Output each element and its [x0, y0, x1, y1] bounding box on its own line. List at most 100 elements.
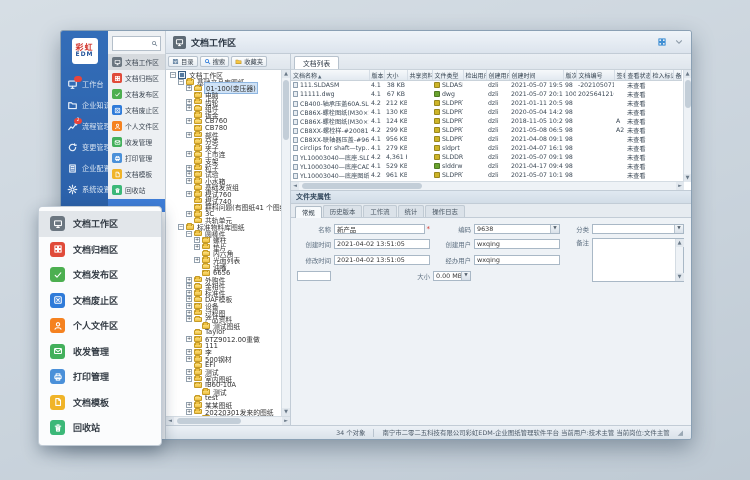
table-row[interactable]: CB8XX-螺栓样-#2008100...4.2299 KBSLDPRTdzli…: [291, 126, 681, 135]
popup-menu-item[interactable]: 文档模板: [39, 390, 161, 416]
properties-tab[interactable]: 历史版本: [323, 205, 363, 217]
module-nav-item[interactable]: 文档废止区: [108, 102, 165, 118]
expand-icon[interactable]: +: [186, 151, 192, 157]
expand-icon[interactable]: +: [194, 257, 200, 263]
tree-vertical-scrollbar[interactable]: ▲ ▼: [281, 70, 290, 416]
tree-item[interactable]: 测试: [168, 389, 281, 396]
table-row[interactable]: CB86X-螺栓图纸(M30×1.5.SL...4.1124 KBSLDPRTd…: [291, 117, 681, 126]
scroll-thumb[interactable]: [685, 80, 691, 108]
properties-tab[interactable]: 常规: [295, 206, 322, 218]
expand-icon[interactable]: +: [186, 211, 192, 217]
resize-grip[interactable]: ◢: [678, 429, 683, 437]
column-header[interactable]: 文件类型: [432, 70, 463, 81]
code-select[interactable]: 9638 ▼: [474, 224, 560, 234]
column-header[interactable]: 检入标记: [650, 70, 673, 81]
primary-nav-item[interactable]: 工作台: [61, 74, 108, 95]
column-header[interactable]: 查看状态: [625, 70, 650, 81]
expand-icon[interactable]: +: [186, 132, 192, 138]
tab-document-list[interactable]: 文档列表: [294, 56, 339, 69]
extra-field[interactable]: [297, 271, 331, 281]
collapse-icon[interactable]: −: [186, 231, 192, 237]
scroll-down-icon[interactable]: ▼: [282, 408, 290, 416]
chevron-down-icon[interactable]: ▼: [461, 272, 470, 280]
popup-menu-item[interactable]: 打印管理: [39, 364, 161, 390]
toolbar-button[interactable]: 搜索: [200, 56, 230, 67]
expand-icon[interactable]: +: [186, 191, 192, 197]
primary-nav-item[interactable]: 系统设置: [61, 179, 108, 200]
module-nav-item[interactable]: 收发管理: [108, 134, 165, 150]
chevron-down-icon[interactable]: ▼: [674, 225, 683, 233]
primary-nav-item[interactable]: 企业知识库: [61, 95, 108, 116]
tree-item[interactable]: 群科问题(有图纸41 个图纸): [168, 204, 281, 211]
scroll-up-icon[interactable]: ▲: [676, 239, 684, 247]
scroll-up-icon[interactable]: ▲: [684, 70, 692, 78]
expand-icon[interactable]: +: [186, 409, 192, 415]
handler-field[interactable]: [474, 255, 560, 265]
popup-menu-item[interactable]: 文档工作区: [39, 211, 161, 237]
expand-icon[interactable]: +: [186, 105, 192, 111]
table-row[interactable]: 11111.dwg4.167 KBdwgdzli2021-05-07 20:17…: [291, 90, 681, 99]
column-header[interactable]: 版本: [369, 70, 384, 81]
tree-item[interactable]: +500钢材: [168, 356, 281, 363]
scroll-down-icon[interactable]: ▼: [684, 174, 692, 182]
module-nav-item[interactable]: 回收站: [108, 182, 165, 198]
expand-icon[interactable]: +: [186, 402, 192, 408]
column-header[interactable]: 文档编号: [576, 70, 614, 81]
table-row[interactable]: circlips for shaft—typ...4.1279 KBsldprt…: [291, 144, 681, 153]
expand-icon[interactable]: +: [186, 85, 192, 91]
table-row[interactable]: CB86X-螺栓图纸(M30×1.5×1...4.1130 KBSLDPRTdz…: [291, 108, 681, 117]
column-header[interactable]: 大小: [384, 70, 407, 81]
collapse-icon[interactable]: −: [178, 224, 184, 230]
search-input[interactable]: [113, 40, 151, 47]
popup-menu-item[interactable]: 个人文件区: [39, 313, 161, 339]
scroll-up-icon[interactable]: ▲: [282, 70, 290, 78]
tree-item[interactable]: +上市连: [168, 151, 281, 158]
tree-item[interactable]: +01-100(变压器): [168, 85, 281, 92]
chevron-down-icon[interactable]: ▼: [550, 225, 559, 233]
toolbar-button[interactable]: 收藏夹: [231, 56, 267, 67]
popup-menu-item[interactable]: 收发管理: [39, 339, 161, 365]
column-header[interactable]: 文档名称▲: [291, 70, 369, 81]
expand-icon[interactable]: +: [194, 244, 200, 250]
tree-item[interactable]: +组件: [168, 105, 281, 112]
module-nav-item[interactable]: 文档归档区: [108, 70, 165, 86]
collapse-icon[interactable]: −: [170, 72, 176, 78]
expand-icon[interactable]: +: [186, 171, 192, 177]
expand-icon[interactable]: +: [186, 376, 192, 382]
column-header[interactable]: 创建用户: [486, 70, 509, 81]
expand-icon[interactable]: +: [186, 99, 192, 105]
expand-icon[interactable]: +: [186, 303, 192, 309]
tree-item[interactable]: +齿轮: [168, 98, 281, 105]
created-field[interactable]: [334, 239, 430, 249]
scroll-thumb[interactable]: [302, 183, 422, 189]
primary-nav-item[interactable]: 2流程管理: [61, 116, 108, 137]
popup-menu-item[interactable]: 回收站: [39, 415, 161, 441]
primary-nav-item[interactable]: 变更管理: [61, 137, 108, 158]
apps-grid-icon[interactable]: [657, 37, 667, 47]
scroll-thumb[interactable]: [177, 418, 241, 424]
expand-icon[interactable]: +: [186, 296, 192, 302]
scroll-left-icon[interactable]: ◄: [166, 417, 174, 425]
scroll-right-icon[interactable]: ►: [282, 417, 290, 425]
column-header[interactable]: 创建时间: [509, 70, 563, 81]
expand-icon[interactable]: +: [186, 277, 192, 283]
column-header[interactable]: 共享资料: [407, 70, 432, 81]
tree-horizontal-scrollbar[interactable]: ◄ ►: [166, 416, 290, 425]
scroll-down-icon[interactable]: ▼: [676, 273, 684, 281]
collapse-icon[interactable]: −: [178, 79, 184, 85]
tree-item[interactable]: +粒子: [168, 164, 281, 171]
column-header[interactable]: 签名: [614, 70, 625, 81]
popup-menu-item[interactable]: 文档废止区: [39, 288, 161, 314]
popup-menu-item[interactable]: 文档归档区: [39, 237, 161, 263]
properties-tab[interactable]: 统计: [398, 205, 425, 217]
tree-item[interactable]: +部件: [168, 131, 281, 138]
module-nav-item[interactable]: 个人文件区: [108, 118, 165, 134]
module-nav-item[interactable]: 打印管理: [108, 150, 165, 166]
expand-icon[interactable]: +: [186, 349, 192, 355]
expand-icon[interactable]: +: [186, 356, 192, 362]
column-header[interactable]: 检出用户: [463, 70, 486, 81]
note-textarea[interactable]: ▲ ▼: [592, 238, 684, 282]
module-nav-item[interactable]: 文档工作区: [108, 54, 165, 70]
expand-icon[interactable]: +: [186, 178, 192, 184]
tree-item[interactable]: +6TZ9012.00重做: [168, 336, 281, 343]
